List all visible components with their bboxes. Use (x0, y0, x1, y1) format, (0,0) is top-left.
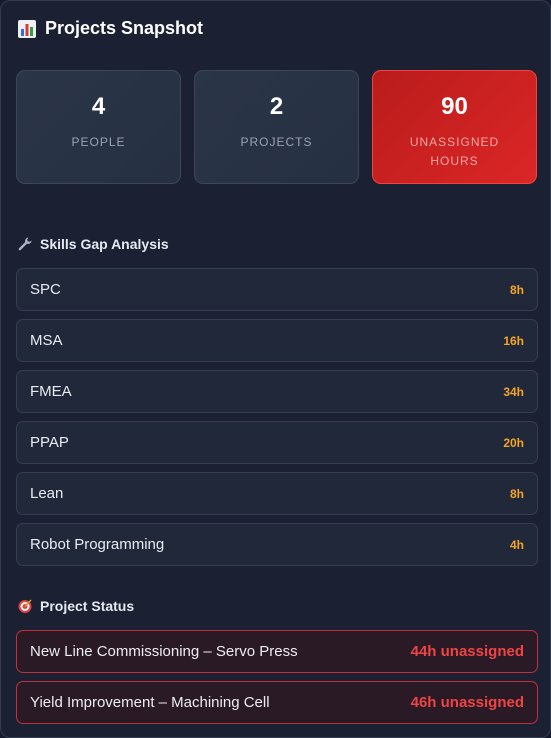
skill-name: Lean (30, 485, 64, 502)
skill-name: PPAP (30, 434, 69, 451)
wrench-icon (17, 236, 33, 252)
skill-hours: 4h (509, 537, 524, 552)
panel-header: Projects Snapshot (17, 18, 203, 39)
project-unassigned-status: 46h unassigned (410, 694, 524, 711)
section-title: Project Status (40, 598, 135, 614)
stat-label: PROJECTS (240, 135, 313, 149)
page-title: Projects Snapshot (45, 18, 204, 38)
skill-hours: 20h (503, 435, 524, 450)
skill-name: MSA (30, 332, 63, 349)
skill-row: Lean 8h (16, 472, 538, 515)
stats-row: 4 PEOPLE 2 PROJECTS 90 UNASSIGNED HOURS (16, 70, 538, 184)
skill-row: FMEA 34h (16, 370, 538, 413)
project-name: Yield Improvement – Machining Cell (30, 694, 270, 711)
bar-chart-icon (17, 19, 37, 39)
skill-hours: 8h (509, 282, 524, 297)
stat-card-projects: 2 PROJECTS (194, 70, 359, 184)
skill-name: SPC (30, 281, 61, 298)
project-status-heading: Project Status (17, 598, 134, 614)
skill-hours: 34h (503, 384, 524, 399)
skills-gap-heading: Skills Gap Analysis (17, 236, 169, 252)
section-title: Skills Gap Analysis (40, 236, 169, 252)
skill-row: MSA 16h (16, 319, 538, 362)
stat-value: 90 (441, 93, 468, 120)
stat-value: 4 (91, 93, 106, 120)
project-row: Yield Improvement – Machining Cell 46h u… (16, 681, 538, 724)
skill-row: SPC 8h (16, 268, 538, 311)
stat-label: UNASSIGNED HOURS (409, 135, 500, 168)
stat-value: 2 (269, 93, 284, 120)
skill-row: PPAP 20h (16, 421, 538, 464)
projects-snapshot-panel: Projects Snapshot 4 PEOPLE 2 PROJECTS 90… (0, 0, 551, 738)
skill-row: Robot Programming 4h (16, 523, 538, 566)
target-icon (17, 598, 33, 614)
stat-label: PEOPLE (71, 135, 126, 149)
skill-name: FMEA (30, 383, 72, 400)
project-unassigned-status: 44h unassigned (410, 643, 524, 660)
project-name: New Line Commissioning – Servo Press (30, 643, 298, 660)
stat-card-unassigned-hours: 90 UNASSIGNED HOURS (372, 70, 537, 184)
skill-hours: 8h (509, 486, 524, 501)
stat-card-people: 4 PEOPLE (16, 70, 181, 184)
project-row: New Line Commissioning – Servo Press 44h… (16, 630, 538, 673)
skill-hours: 16h (503, 333, 524, 348)
skill-name: Robot Programming (30, 536, 165, 553)
